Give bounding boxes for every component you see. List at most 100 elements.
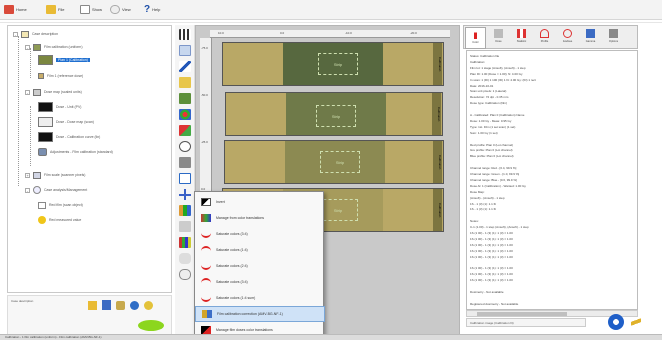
settings-icon[interactable] (130, 301, 139, 310)
tab-label: Statistic (516, 40, 527, 43)
file-button[interactable]: File (46, 4, 64, 15)
menu-item-saturate[interactable]: Saturate colors (1:4) (195, 242, 325, 258)
tree-item[interactable]: Dose - Dose map (scan) (38, 117, 94, 127)
ruler-tick-label: -20.0 (410, 31, 417, 35)
color-icon[interactable] (179, 109, 191, 120)
info-line: Plan ID: 1.00 (Dose = 1.00); N: 4.00 Gy (470, 71, 523, 76)
film-strip[interactable]: Strip Calibration (224, 140, 444, 184)
view-button[interactable]: View (110, 4, 131, 15)
menu-item-label: Manage film doses color translations (216, 328, 273, 332)
crop-icon[interactable] (179, 189, 191, 200)
info-line: Sum: 1.00 Gy (1 set) (470, 130, 498, 135)
wand-icon[interactable] (631, 314, 641, 330)
collapse-icon[interactable]: - (25, 44, 30, 50)
tab-isodose[interactable]: Isodose (557, 27, 578, 49)
info-panel[interactable]: Status: Calibration file Calibration: Film… (466, 50, 638, 310)
tree-item[interactable]: Dose - Calibration curve (lin) (38, 132, 101, 142)
help-label: Help (152, 7, 161, 12)
info-icon[interactable] (144, 301, 153, 310)
tab-label: Options (608, 40, 619, 43)
scrollbar-thumb[interactable] (477, 312, 567, 316)
mouse-icon[interactable] (179, 269, 191, 280)
film-strip[interactable]: Strip Calibration (225, 92, 443, 136)
tree-item[interactable]: Adjustments - Film calibration (standard… (38, 148, 113, 156)
info-line: 1S (1 00) - 1 (3) (1): 1 (3) = 1.00 (470, 266, 513, 271)
toolbar-divider (0, 22, 662, 23)
roi-box[interactable]: Strip (320, 151, 360, 173)
select-icon[interactable] (179, 45, 191, 56)
tree-footer: Case description (7, 295, 172, 335)
context-menu: Invert Manage from color translations Sa… (194, 191, 325, 340)
roi-box[interactable]: Strip (318, 53, 358, 75)
color-translate-icon (201, 214, 211, 222)
view-label: View (122, 7, 131, 12)
fill-icon[interactable] (179, 77, 191, 88)
eyedropper-icon[interactable] (179, 253, 191, 264)
menu-item-saturate[interactable]: Saturate colors (2:4) (195, 258, 325, 274)
settings-gear-icon[interactable] (608, 314, 624, 330)
tree-item[interactable]: + Film scale (scanner pixels) (25, 171, 85, 179)
layer-icon[interactable] (179, 93, 191, 104)
channels-icon[interactable] (179, 237, 191, 248)
menu-item-saturate[interactable]: Saturate colors (3:4) (195, 274, 325, 290)
vertical-toolbar (175, 25, 195, 335)
tree-item-selected[interactable]: Plan 1 (Calibration) (38, 55, 90, 65)
home-label: Home (16, 7, 27, 12)
menu-item-saturate[interactable]: Saturate colors (3:4) (195, 226, 325, 242)
info-line: 1S - 1 (3) (1): 1.1 fit (470, 207, 497, 212)
analysis-icon (33, 186, 41, 194)
move-icon[interactable] (179, 173, 191, 184)
collapse-icon[interactable]: - (13, 31, 18, 37)
tab-gamma[interactable]: Gamma (580, 27, 601, 49)
gamma-icon (586, 29, 595, 38)
tools-icon[interactable] (116, 301, 125, 310)
tree-item[interactable]: Film 1 (reference dose) (38, 72, 83, 80)
roi-box[interactable]: Strip (316, 105, 356, 127)
tab-color[interactable]: Color (465, 27, 486, 49)
scale-icon (33, 171, 41, 179)
film-dose-icon (201, 326, 211, 334)
tab-statistic[interactable]: Statistic (511, 27, 532, 49)
pen-icon[interactable] (179, 61, 191, 72)
measure-icon[interactable] (179, 157, 191, 168)
dose-icon (494, 29, 503, 38)
project-tree[interactable]: - Case description - Film calibration (u… (7, 25, 172, 293)
tab-profile[interactable]: Profile (534, 27, 555, 49)
info-line: Calibration: (470, 59, 486, 64)
film-strip[interactable]: Strip Calibration (222, 42, 444, 86)
info-line: Dose Map: (470, 189, 485, 194)
shape-icon[interactable] (179, 125, 191, 136)
menu-item-saturate-sum[interactable]: Saturate colors (1:4 sum) (195, 290, 325, 306)
grid-icon[interactable] (179, 29, 191, 40)
palette-icon[interactable] (179, 205, 191, 216)
tree-item[interactable]: Red measured value (38, 216, 81, 224)
ruler-tick-label: -75.0 (201, 46, 208, 50)
help-button[interactable]: ? Help (144, 4, 160, 15)
tree-item[interactable]: - Case description (13, 30, 58, 38)
menu-item-invert[interactable]: Invert (195, 194, 325, 210)
dose-thumbnail (38, 117, 53, 127)
menu-item-manage-color[interactable]: Manage from color translations (195, 210, 325, 226)
map-icon (33, 88, 41, 96)
info-line: Date: 2016-10-01 (470, 83, 494, 88)
tree-item[interactable]: - Dose map (scaled units) (25, 88, 82, 96)
menu-item-film-calibration[interactable]: Film calibration correction (AMV-BG-NF-1… (195, 306, 325, 322)
tree-item[interactable]: - Film calibration (uniform) (25, 43, 83, 51)
save-icon[interactable] (102, 300, 111, 310)
home-button[interactable]: Home (4, 4, 27, 15)
collapse-icon[interactable]: - (25, 89, 30, 95)
zoom-icon[interactable] (179, 141, 191, 152)
tab-options[interactable]: Options (603, 27, 624, 49)
collapse-icon[interactable]: - (25, 187, 30, 193)
invert-icon[interactable] (179, 221, 191, 232)
collapse-icon[interactable]: + (25, 172, 30, 178)
tree-item-label: Case description (32, 32, 59, 36)
info-line: Dose Al: 1 (Calibration) - Wanted: 1.00 … (470, 183, 526, 188)
show-button[interactable]: Show (80, 4, 102, 15)
tree-item[interactable]: - Case analysis/Management (25, 186, 87, 194)
tab-dose[interactable]: Dose (488, 27, 509, 49)
tree-item[interactable]: Dose - Unit (PV) (38, 102, 81, 112)
open-folder-icon[interactable] (88, 301, 97, 310)
tree-item-label: Dose - Calibration curve (lin) (56, 135, 101, 139)
tree-item[interactable]: Red film (scan object) (38, 201, 83, 209)
